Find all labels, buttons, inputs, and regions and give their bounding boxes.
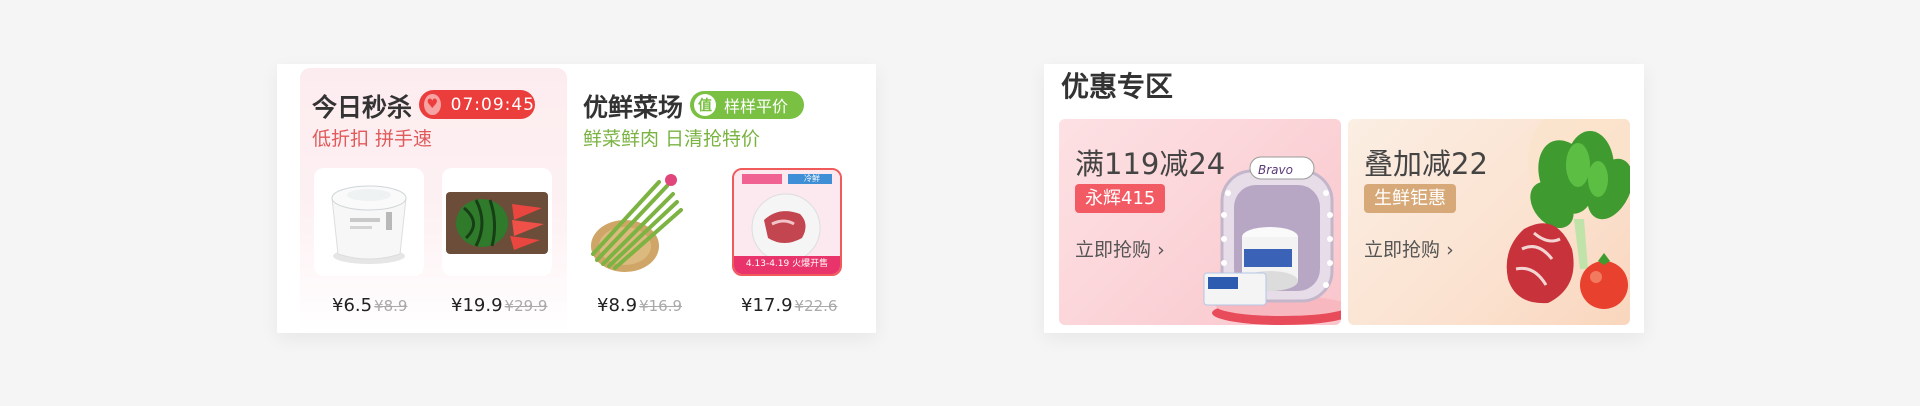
- price-original: ¥29.9: [504, 297, 548, 315]
- product-price-steak: ¥17.9 ¥22.6: [741, 295, 837, 316]
- price-current: ¥8.9: [597, 295, 638, 316]
- promo-title: 叠加减22: [1364, 147, 1488, 181]
- promo-card-yonghui[interactable]: Bravo 满119减24 永辉415 立即抢购 ›: [1059, 119, 1341, 325]
- flash-sale-card: 今日秒杀 ♥ 07:09:45 低折扣 拼手速 优鲜菜场 值 样样平价 鲜菜鲜肉…: [277, 64, 876, 333]
- promo-tag: 生鲜钜惠: [1364, 184, 1456, 213]
- chevron-right-icon: ›: [1157, 239, 1165, 261]
- promo-cta-link[interactable]: 立即抢购 ›: [1075, 235, 1165, 262]
- deals-card: 优惠专区 Bravo 满119减24 永辉415 立即抢购 › 叠加减22 生鲜…: [1044, 64, 1644, 333]
- price-current: ¥17.9: [741, 295, 793, 316]
- fresh-market-subtitle: 鲜菜鲜肉 日清抢特价: [583, 128, 761, 150]
- product-image-asparagus[interactable]: [583, 168, 693, 276]
- promo-cta-label: 立即抢购: [1075, 239, 1152, 261]
- promo-title: 满119减24: [1075, 147, 1226, 181]
- value-icon: 值: [694, 94, 716, 116]
- product-image-watermelon[interactable]: [442, 168, 552, 276]
- price-current: ¥6.5: [332, 295, 373, 316]
- value-badge: 值 样样平价: [690, 91, 804, 119]
- countdown-time: 07:09:45: [450, 94, 535, 115]
- promo-tag: 永辉415: [1075, 184, 1166, 213]
- heart-icon: ♥: [424, 94, 441, 115]
- chevron-right-icon: ›: [1446, 239, 1454, 261]
- steak-fresh-tag: 冷鲜: [804, 174, 820, 183]
- product-price-watermelon: ¥19.9 ¥29.9: [451, 295, 547, 316]
- flash-sale-subtitle: 低折扣 拼手速: [312, 128, 433, 150]
- promo-card-fresh[interactable]: 叠加减22 生鲜钜惠 立即抢购 ›: [1348, 119, 1630, 325]
- countdown-badge: ♥ 07:09:45: [419, 90, 535, 119]
- price-original: ¥16.9: [639, 297, 683, 315]
- flash-sale-title: 今日秒杀: [312, 93, 413, 122]
- product-image-yogurt[interactable]: [314, 168, 424, 276]
- brand-label: Bravo: [1258, 163, 1293, 177]
- promo-cta-label: 立即抢购: [1364, 239, 1441, 261]
- price-original: ¥22.6: [794, 297, 838, 315]
- product-price-asparagus: ¥8.9 ¥16.9: [597, 295, 682, 316]
- product-price-yogurt: ¥6.5 ¥8.9: [332, 295, 407, 316]
- steak-promo-label: 4.13-4.19 火爆开售: [745, 259, 829, 269]
- price-current: ¥19.9: [451, 295, 503, 316]
- price-original: ¥8.9: [374, 297, 408, 315]
- deals-title: 优惠专区: [1061, 70, 1174, 103]
- value-badge-label: 样样平价: [724, 97, 789, 116]
- fresh-market-title: 优鲜菜场: [583, 93, 684, 122]
- promo-cta-link[interactable]: 立即抢购 ›: [1364, 235, 1454, 262]
